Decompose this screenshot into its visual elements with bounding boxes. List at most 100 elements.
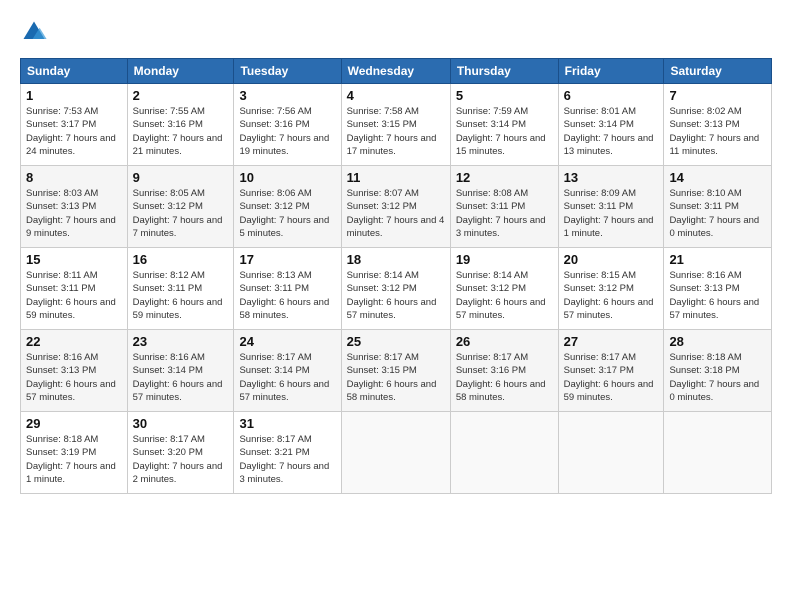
day-cell: 26 Sunrise: 8:17 AM Sunset: 3:16 PM Dayl… [450,330,558,412]
day-number: 23 [133,334,229,349]
day-number: 31 [239,416,335,431]
day-number: 2 [133,88,229,103]
day-info: Sunrise: 8:17 AM Sunset: 3:20 PM Dayligh… [133,433,229,486]
day-cell: 29 Sunrise: 8:18 AM Sunset: 3:19 PM Dayl… [21,412,128,494]
day-info: Sunrise: 8:17 AM Sunset: 3:15 PM Dayligh… [347,351,445,404]
day-info: Sunrise: 8:15 AM Sunset: 3:12 PM Dayligh… [564,269,659,322]
day-info: Sunrise: 8:16 AM Sunset: 3:13 PM Dayligh… [669,269,766,322]
day-info: Sunrise: 8:09 AM Sunset: 3:11 PM Dayligh… [564,187,659,240]
day-cell: 16 Sunrise: 8:12 AM Sunset: 3:11 PM Dayl… [127,248,234,330]
day-number: 1 [26,88,122,103]
day-number: 8 [26,170,122,185]
day-cell: 9 Sunrise: 8:05 AM Sunset: 3:12 PM Dayli… [127,166,234,248]
header [20,18,772,46]
day-number: 12 [456,170,553,185]
day-info: Sunrise: 8:06 AM Sunset: 3:12 PM Dayligh… [239,187,335,240]
day-info: Sunrise: 7:55 AM Sunset: 3:16 PM Dayligh… [133,105,229,158]
page: Sunday Monday Tuesday Wednesday Thursday… [0,0,792,504]
header-sunday: Sunday [21,59,128,84]
day-cell: 22 Sunrise: 8:16 AM Sunset: 3:13 PM Dayl… [21,330,128,412]
day-number: 11 [347,170,445,185]
day-info: Sunrise: 8:07 AM Sunset: 3:12 PM Dayligh… [347,187,445,240]
day-number: 28 [669,334,766,349]
day-number: 27 [564,334,659,349]
day-number: 17 [239,252,335,267]
day-cell: 23 Sunrise: 8:16 AM Sunset: 3:14 PM Dayl… [127,330,234,412]
day-number: 10 [239,170,335,185]
day-cell: 17 Sunrise: 8:13 AM Sunset: 3:11 PM Dayl… [234,248,341,330]
day-number: 15 [26,252,122,267]
day-info: Sunrise: 8:11 AM Sunset: 3:11 PM Dayligh… [26,269,122,322]
day-info: Sunrise: 7:53 AM Sunset: 3:17 PM Dayligh… [26,105,122,158]
day-info: Sunrise: 8:14 AM Sunset: 3:12 PM Dayligh… [456,269,553,322]
day-info: Sunrise: 8:16 AM Sunset: 3:14 PM Dayligh… [133,351,229,404]
day-cell: 3 Sunrise: 7:56 AM Sunset: 3:16 PM Dayli… [234,84,341,166]
day-cell: 10 Sunrise: 8:06 AM Sunset: 3:12 PM Dayl… [234,166,341,248]
day-cell: 2 Sunrise: 7:55 AM Sunset: 3:16 PM Dayli… [127,84,234,166]
day-cell: 27 Sunrise: 8:17 AM Sunset: 3:17 PM Dayl… [558,330,664,412]
header-monday: Monday [127,59,234,84]
day-info: Sunrise: 8:05 AM Sunset: 3:12 PM Dayligh… [133,187,229,240]
day-cell [450,412,558,494]
day-number: 25 [347,334,445,349]
day-cell: 25 Sunrise: 8:17 AM Sunset: 3:15 PM Dayl… [341,330,450,412]
header-tuesday: Tuesday [234,59,341,84]
day-info: Sunrise: 7:56 AM Sunset: 3:16 PM Dayligh… [239,105,335,158]
day-info: Sunrise: 8:18 AM Sunset: 3:18 PM Dayligh… [669,351,766,404]
day-number: 18 [347,252,445,267]
day-info: Sunrise: 8:17 AM Sunset: 3:16 PM Dayligh… [456,351,553,404]
day-info: Sunrise: 8:16 AM Sunset: 3:13 PM Dayligh… [26,351,122,404]
day-cell: 24 Sunrise: 8:17 AM Sunset: 3:14 PM Dayl… [234,330,341,412]
header-saturday: Saturday [664,59,772,84]
day-number: 13 [564,170,659,185]
header-wednesday: Wednesday [341,59,450,84]
day-info: Sunrise: 8:12 AM Sunset: 3:11 PM Dayligh… [133,269,229,322]
day-number: 19 [456,252,553,267]
weekday-header-row: Sunday Monday Tuesday Wednesday Thursday… [21,59,772,84]
day-info: Sunrise: 8:13 AM Sunset: 3:11 PM Dayligh… [239,269,335,322]
day-info: Sunrise: 8:03 AM Sunset: 3:13 PM Dayligh… [26,187,122,240]
calendar-table: Sunday Monday Tuesday Wednesday Thursday… [20,58,772,494]
logo [20,18,52,46]
week-row-5: 29 Sunrise: 8:18 AM Sunset: 3:19 PM Dayl… [21,412,772,494]
day-number: 14 [669,170,766,185]
day-info: Sunrise: 8:14 AM Sunset: 3:12 PM Dayligh… [347,269,445,322]
day-cell: 8 Sunrise: 8:03 AM Sunset: 3:13 PM Dayli… [21,166,128,248]
day-number: 7 [669,88,766,103]
day-number: 16 [133,252,229,267]
day-cell [341,412,450,494]
day-number: 26 [456,334,553,349]
header-friday: Friday [558,59,664,84]
day-number: 22 [26,334,122,349]
day-cell [558,412,664,494]
day-number: 5 [456,88,553,103]
day-info: Sunrise: 7:59 AM Sunset: 3:14 PM Dayligh… [456,105,553,158]
day-cell: 15 Sunrise: 8:11 AM Sunset: 3:11 PM Dayl… [21,248,128,330]
day-cell: 30 Sunrise: 8:17 AM Sunset: 3:20 PM Dayl… [127,412,234,494]
day-info: Sunrise: 8:18 AM Sunset: 3:19 PM Dayligh… [26,433,122,486]
week-row-4: 22 Sunrise: 8:16 AM Sunset: 3:13 PM Dayl… [21,330,772,412]
day-info: Sunrise: 8:17 AM Sunset: 3:21 PM Dayligh… [239,433,335,486]
day-cell: 21 Sunrise: 8:16 AM Sunset: 3:13 PM Dayl… [664,248,772,330]
day-info: Sunrise: 8:08 AM Sunset: 3:11 PM Dayligh… [456,187,553,240]
header-thursday: Thursday [450,59,558,84]
day-number: 6 [564,88,659,103]
day-cell: 11 Sunrise: 8:07 AM Sunset: 3:12 PM Dayl… [341,166,450,248]
day-cell: 4 Sunrise: 7:58 AM Sunset: 3:15 PM Dayli… [341,84,450,166]
day-cell: 5 Sunrise: 7:59 AM Sunset: 3:14 PM Dayli… [450,84,558,166]
day-number: 21 [669,252,766,267]
day-number: 30 [133,416,229,431]
day-number: 20 [564,252,659,267]
day-cell: 13 Sunrise: 8:09 AM Sunset: 3:11 PM Dayl… [558,166,664,248]
week-row-2: 8 Sunrise: 8:03 AM Sunset: 3:13 PM Dayli… [21,166,772,248]
day-number: 24 [239,334,335,349]
week-row-3: 15 Sunrise: 8:11 AM Sunset: 3:11 PM Dayl… [21,248,772,330]
day-cell: 7 Sunrise: 8:02 AM Sunset: 3:13 PM Dayli… [664,84,772,166]
logo-icon [20,18,48,46]
day-cell: 6 Sunrise: 8:01 AM Sunset: 3:14 PM Dayli… [558,84,664,166]
day-info: Sunrise: 8:17 AM Sunset: 3:17 PM Dayligh… [564,351,659,404]
day-cell: 19 Sunrise: 8:14 AM Sunset: 3:12 PM Dayl… [450,248,558,330]
day-cell: 18 Sunrise: 8:14 AM Sunset: 3:12 PM Dayl… [341,248,450,330]
day-number: 9 [133,170,229,185]
day-info: Sunrise: 8:02 AM Sunset: 3:13 PM Dayligh… [669,105,766,158]
